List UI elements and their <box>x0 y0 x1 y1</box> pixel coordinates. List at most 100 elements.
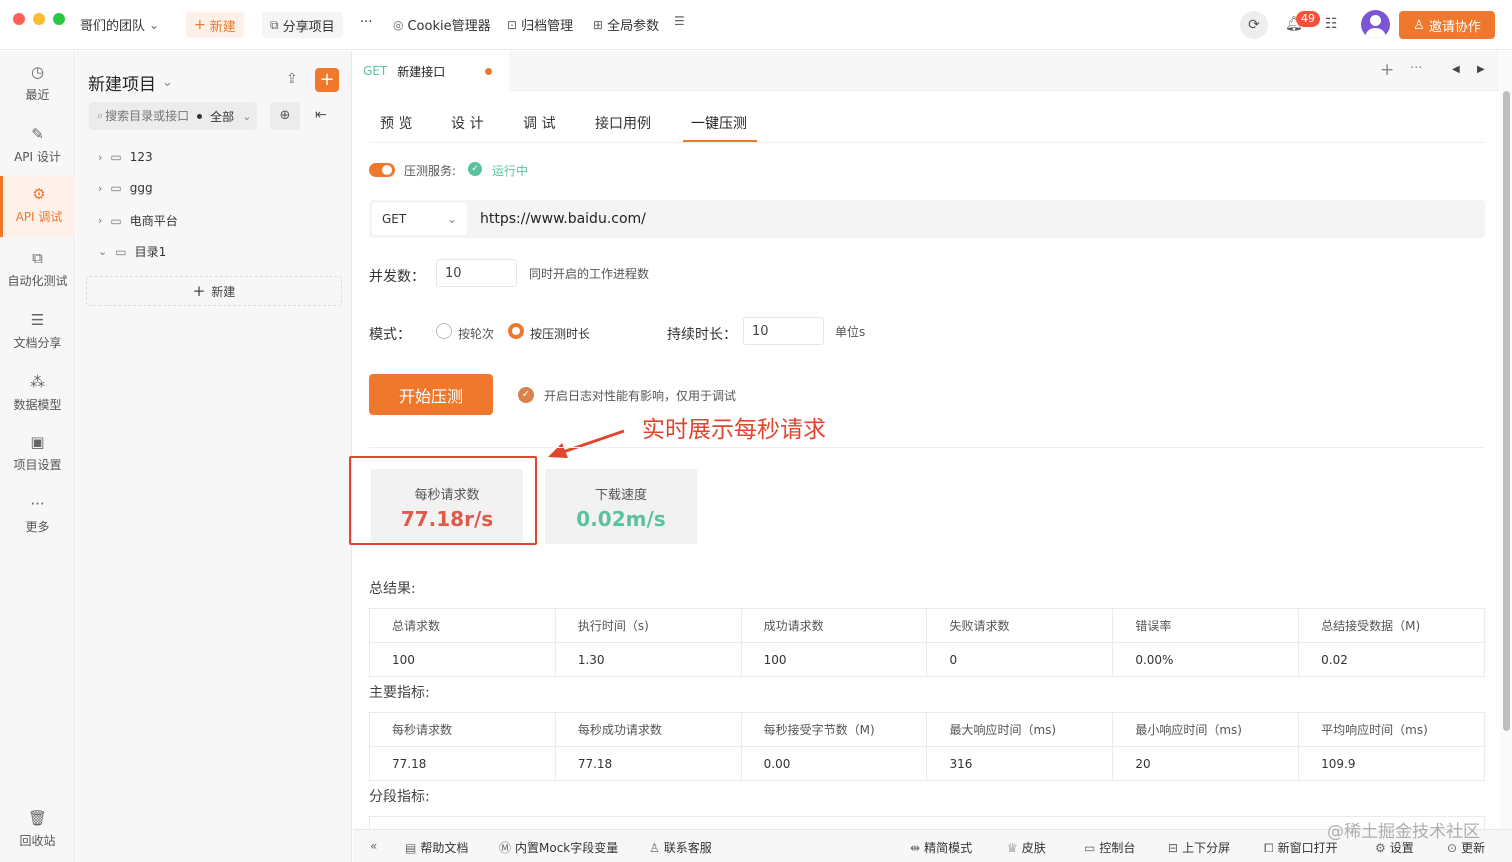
table-cell: 100 <box>369 642 556 677</box>
new-button-label: 新建 <box>209 19 236 35</box>
chevron-down-icon: ⌄ <box>446 212 457 226</box>
zoom-window-button[interactable] <box>53 13 65 25</box>
tab-cases[interactable]: 接口用例 <box>595 113 651 133</box>
method-select[interactable]: GET ⌄ <box>372 203 467 235</box>
archive-manager-button[interactable]: ⊡ 归档管理 <box>507 15 573 35</box>
skin-button[interactable]: ♕ 皮肤 <box>1007 839 1046 856</box>
main-metrics-title: 主要指标: <box>369 685 430 701</box>
speed-label: 下载速度 <box>594 488 647 503</box>
cookie-icon: ◎ <box>393 17 404 32</box>
simple-mode-button[interactable]: ⇹ 精简模式 <box>910 839 972 856</box>
cookie-manager-label: Cookie管理器 <box>407 19 491 34</box>
table-header-cell: 最小响应时间（ms) <box>1112 712 1300 747</box>
support-button[interactable]: ♙ 联系客服 <box>649 839 712 856</box>
method-tag: GET <box>363 64 388 78</box>
rail-item-doc-share[interactable]: ☰ 文档分享 <box>0 309 75 359</box>
table-cell: 77.18 <box>369 746 556 781</box>
new-item-button[interactable]: + 新建 <box>86 276 342 306</box>
scrollbar-thumb[interactable] <box>1503 91 1510 731</box>
collapse-menu-icon[interactable]: ☰ <box>674 15 685 27</box>
speed-value: 0.02m/s <box>576 507 666 531</box>
table-header-cell: 失败请求数 <box>926 608 1114 643</box>
editor-tab[interactable]: GET 新建接口 <box>353 51 509 91</box>
trash-icon: 🗑︎ <box>27 809 48 827</box>
skin-label: 皮肤 <box>1021 841 1046 855</box>
more-menu[interactable]: ··· <box>360 15 372 30</box>
mode-label: 模式： <box>369 327 411 343</box>
team-switcher[interactable]: 哥们的团队 ⌄ <box>80 15 160 35</box>
window-icon: ⧠ <box>1264 840 1274 855</box>
help-docs-button[interactable]: ▤ 帮助文档 <box>405 839 468 856</box>
start-stress-button[interactable]: 开始压测 <box>369 374 493 415</box>
share-project-button[interactable]: ⧉ 分享项目 <box>262 12 343 38</box>
tab-preview[interactable]: 预 览 <box>380 113 412 133</box>
radio-by-duration[interactable] <box>508 323 524 339</box>
scrollbar-track <box>1500 51 1512 829</box>
radio-by-rounds[interactable] <box>436 323 452 339</box>
new-item-label: 新建 <box>211 284 236 299</box>
invite-button[interactable]: ♙ 邀请协作 <box>1399 11 1495 39</box>
rail-item-more[interactable]: ··· 更多 <box>0 493 75 543</box>
filter-select[interactable]: 全部 <box>210 108 234 125</box>
project-title[interactable]: 新建项目 ⌄ <box>88 70 173 95</box>
left-nav-rail: ◷ 最近 ✎ API 设计 ⚙ API 调试 ⧉ 自动化测试 ☰ 文档分享 ⁂ … <box>0 51 75 862</box>
rail-item-api-design[interactable]: ✎ API 设计 <box>0 123 75 173</box>
duration-unit: 单位s <box>835 325 866 339</box>
locate-icon[interactable]: ⊕ <box>270 102 300 130</box>
rail-item-automation[interactable]: ⧉ 自动化测试 <box>0 247 75 297</box>
service-toggle[interactable] <box>369 163 395 177</box>
sync-icon[interactable]: ⟳ <box>1240 11 1268 39</box>
console-button[interactable]: ▭ 控制台 <box>1084 839 1135 856</box>
tabs-divider <box>369 142 1485 143</box>
rail-item-data-model[interactable]: ⁂ 数据模型 <box>0 371 75 421</box>
tab-design[interactable]: 设 计 <box>451 113 483 133</box>
table-header-cell: 平均响应时间（ms) <box>1298 712 1485 747</box>
concurrency-input[interactable] <box>436 259 517 287</box>
log-checkbox[interactable]: ✓ <box>518 387 534 403</box>
tree-item-ggg[interactable]: › ▭ ggg <box>98 181 153 195</box>
rail-item-recent[interactable]: ◷ 最近 <box>0 61 75 111</box>
add-icon[interactable]: + <box>315 68 339 92</box>
duration-input[interactable] <box>743 317 824 345</box>
tree-item-123[interactable]: › ▭ 123 <box>98 150 153 164</box>
edit-icon: ✎ <box>31 125 44 143</box>
tab-stress-test[interactable]: 一键压测 <box>691 113 747 133</box>
chevron-down-icon: ⌄ <box>98 245 108 258</box>
tab-more-icon[interactable]: ··· <box>1410 61 1422 76</box>
segment-metrics-table <box>369 816 1485 829</box>
mock-vars-button[interactable]: Ⓜ 内置Mock字段变量 <box>499 839 618 856</box>
table-header-cell: 总结接受数据（M) <box>1298 608 1485 643</box>
minimize-window-button[interactable] <box>33 13 45 25</box>
archive-icon: ⊡ <box>507 17 518 32</box>
rail-item-api-debug[interactable]: ⚙ API 调试 <box>0 176 75 237</box>
mock-vars-label: 内置Mock字段变量 <box>515 841 619 855</box>
tab-next-icon[interactable]: ▶ <box>1477 64 1485 75</box>
chevron-down-icon: ⌄ <box>149 17 160 32</box>
notes-icon[interactable]: ☷ <box>1325 16 1338 32</box>
table-header-row: 总请求数 执行时间（s) 成功请求数 失败请求数 错误率 总结接受数据（M) <box>369 608 1485 643</box>
console-label: 控制台 <box>1099 841 1136 855</box>
table-header-cell: 成功请求数 <box>740 608 928 643</box>
cookie-manager-button[interactable]: ◎ Cookie管理器 <box>393 15 491 35</box>
avatar[interactable] <box>1361 10 1390 39</box>
url-input[interactable]: https://www.baidu.com/ <box>480 211 646 227</box>
collapse-sidebar-icon[interactable]: « <box>370 839 377 853</box>
rail-item-project-settings[interactable]: ▣ 项目设置 <box>0 431 75 481</box>
tree-item-ecommerce[interactable]: › ▭ 电商平台 <box>98 212 178 229</box>
rail-item-trash[interactable]: 🗑︎ 回收站 <box>0 809 75 855</box>
add-tab-icon[interactable]: + <box>1380 60 1394 80</box>
close-window-button[interactable] <box>13 13 25 25</box>
table-row: 100 1.30 100 0 0.00% 0.02 <box>369 642 1485 677</box>
table-cell: 0 <box>926 642 1114 677</box>
global-params-button[interactable]: ⊞ 全局参数 <box>593 15 659 35</box>
project-title-text: 新建项目 <box>88 75 156 95</box>
import-icon[interactable]: ⇪ <box>286 71 298 87</box>
new-button[interactable]: + 新建 <box>186 12 244 38</box>
split-view-button[interactable]: ⊟ 上下分屏 <box>1168 839 1230 856</box>
search-input[interactable] <box>105 109 192 123</box>
table-cell: 0.02 <box>1298 642 1485 677</box>
tab-prev-icon[interactable]: ◀ <box>1452 64 1460 75</box>
tree-item-dir1[interactable]: ⌄ ▭ 目录1 <box>98 243 166 260</box>
tab-debug[interactable]: 调 试 <box>523 113 555 133</box>
collapse-all-icon[interactable]: ⇤ <box>315 107 327 123</box>
